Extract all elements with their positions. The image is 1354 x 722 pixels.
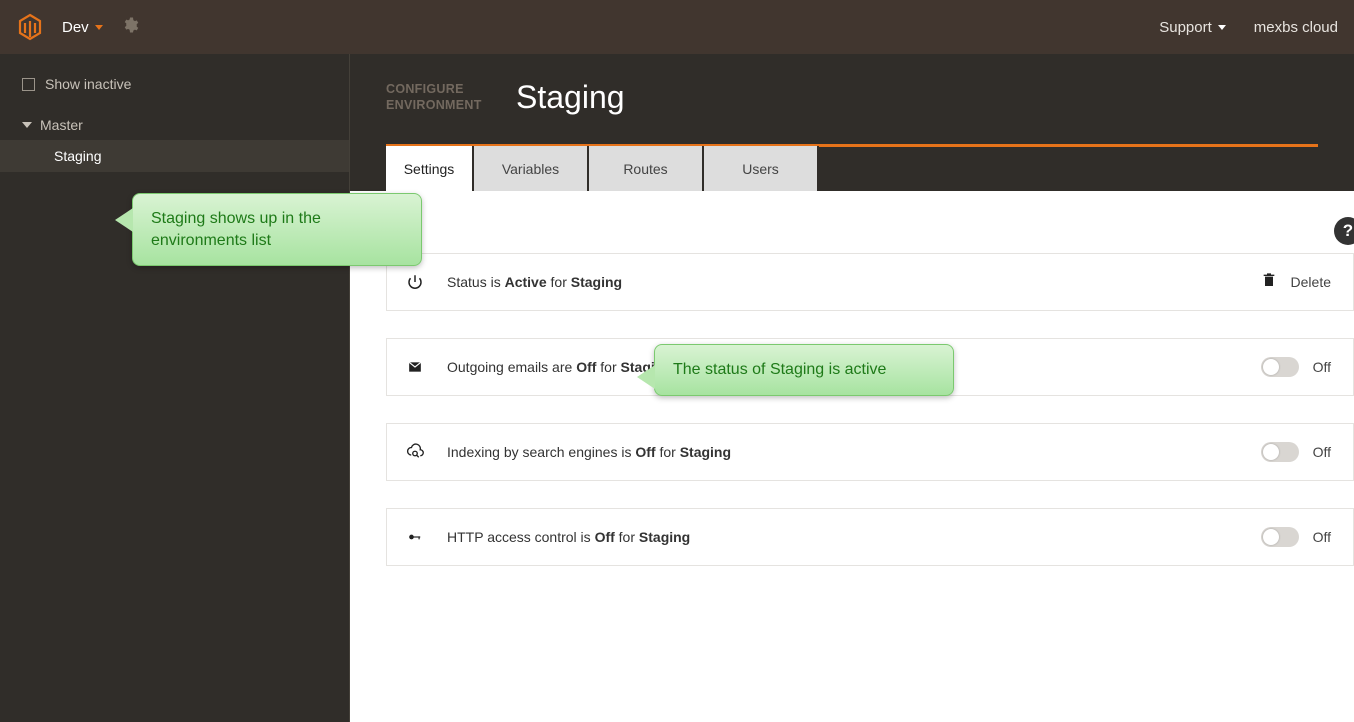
status-text: Status is Active for Staging [447,274,622,290]
indexing-toggle[interactable] [1261,442,1299,462]
tree-item-label: Master [40,117,83,133]
topbar: Dev Support mexbs cloud [0,0,1354,54]
trash-icon [1261,272,1277,293]
help-icon[interactable]: ? [1334,217,1354,245]
topbar-right: Support mexbs cloud [1159,19,1338,36]
caret-down-icon [1218,25,1226,30]
support-label: Support [1159,19,1212,36]
indexing-row: Indexing by search engines is Off for St… [386,423,1354,481]
environment-dropdown-label: Dev [62,19,89,36]
cloud-search-icon [405,443,425,461]
http-access-row: HTTP access control is Off for Staging O… [386,508,1354,566]
environment-dropdown[interactable]: Dev [62,19,103,36]
key-icon [405,530,425,544]
show-inactive-label: Show inactive [45,76,131,92]
delete-action[interactable]: Delete [1261,272,1331,293]
magento-logo-icon[interactable] [16,11,44,43]
http-access-toggle[interactable] [1261,527,1299,547]
sidebar: Show inactive Master Staging [0,54,350,722]
content: ? Status is Active for Staging Delete [350,191,1354,722]
caret-down-icon [22,122,32,128]
gear-icon[interactable] [121,16,139,39]
callout-arrow-icon [115,208,133,232]
header: CONFIGURE ENVIRONMENT Staging Settings V… [350,54,1354,191]
tree-item-label: Staging [54,148,101,164]
power-icon [405,273,425,291]
tab-settings[interactable]: Settings [386,146,474,191]
callout-text: Staging shows up in the environments lis… [151,210,321,249]
topbar-left: Dev [16,11,139,43]
tab-users[interactable]: Users [704,146,819,191]
tree-item-master[interactable]: Master [0,110,349,140]
support-link[interactable]: Support [1159,19,1226,36]
account-label: mexbs cloud [1254,19,1338,36]
tree-item-staging[interactable]: Staging [0,140,349,172]
callout-arrow-icon [637,365,655,389]
toggle-state-label: Off [1313,359,1331,375]
emails-toggle[interactable] [1261,357,1299,377]
mail-icon [405,360,425,374]
tabs: Settings Variables Routes Users [386,146,1318,191]
status-row: Status is Active for Staging Delete [386,253,1354,311]
indexing-text: Indexing by search engines is Off for St… [447,444,731,460]
account-link[interactable]: mexbs cloud [1254,19,1338,36]
tab-routes[interactable]: Routes [589,146,704,191]
callout-text: The status of Staging is active [673,361,886,378]
show-inactive-toggle[interactable]: Show inactive [0,76,349,110]
toggle-state-label: Off [1313,444,1331,460]
delete-label: Delete [1291,274,1331,290]
tab-variables[interactable]: Variables [474,146,589,191]
annotation-callout: The status of Staging is active [654,344,954,396]
checkbox-icon [22,78,35,91]
caret-down-icon [95,25,103,30]
toggle-state-label: Off [1313,529,1331,545]
http-access-text: HTTP access control is Off for Staging [447,529,690,545]
page-title: Staging [516,79,1318,116]
annotation-callout: Staging shows up in the environments lis… [132,193,422,266]
environment-tree: Master Staging [0,110,349,172]
